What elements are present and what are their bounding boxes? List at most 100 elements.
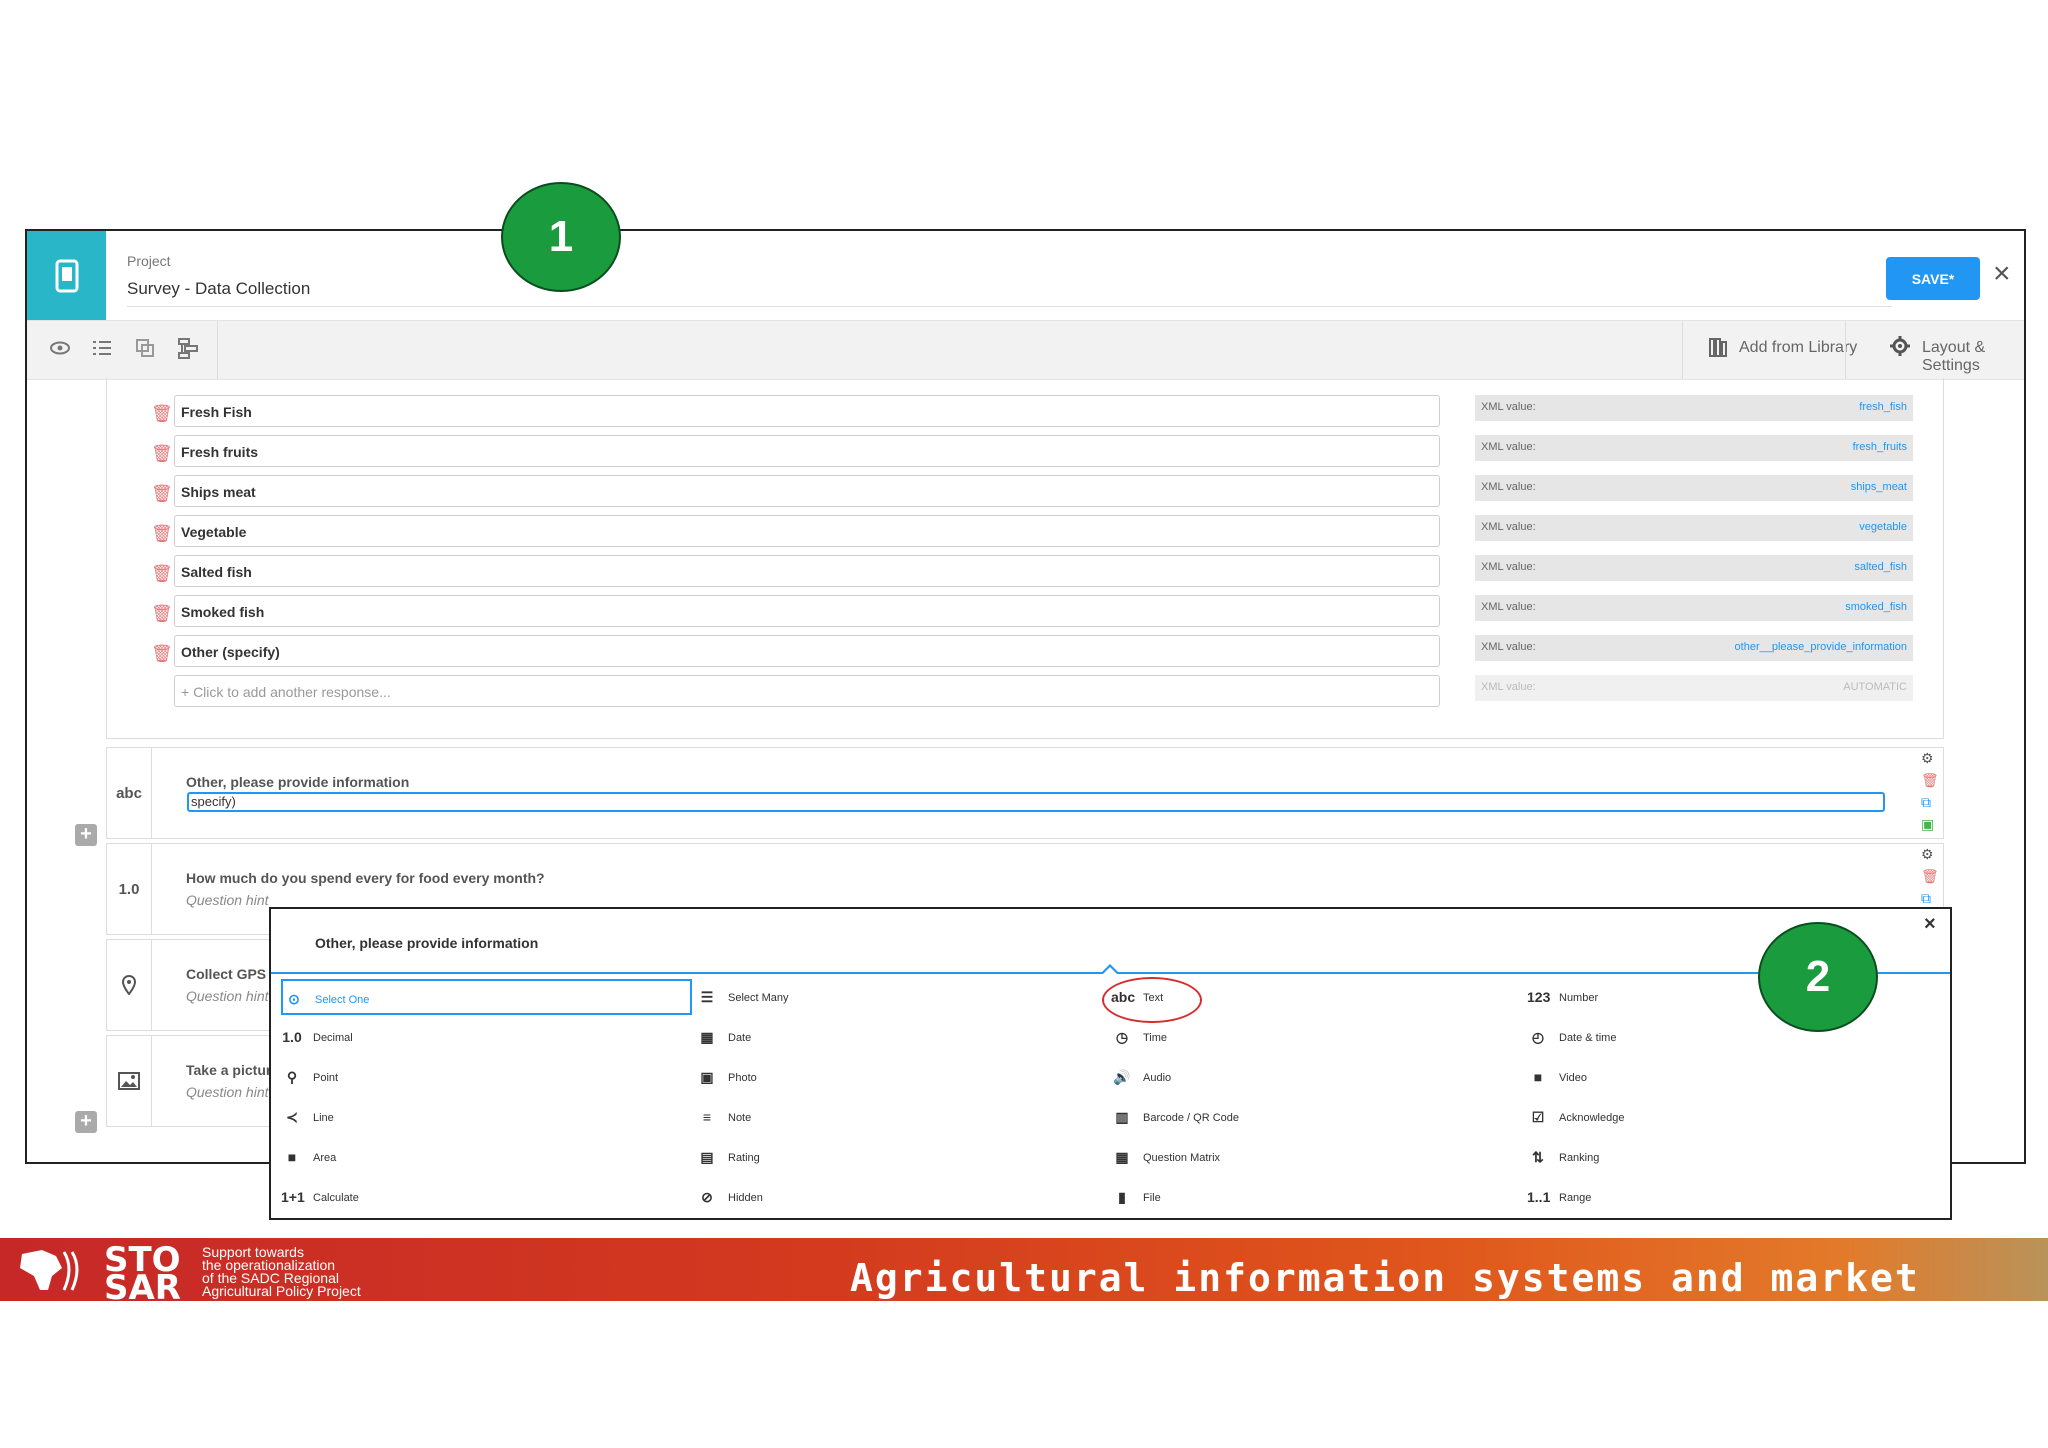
type-option-hidden[interactable]: ⊘ Hidden [696,1179,1096,1215]
xml-value-field[interactable]: XML value: fresh_fruits [1475,435,1913,461]
choice-label-input[interactable]: Vegetable [174,515,1440,547]
logic-tree-icon[interactable] [175,337,201,363]
callout-2: 2 [1758,922,1878,1032]
xml-value-field[interactable]: XML value: other__please_provide_informat… [1475,635,1913,661]
type-option-file[interactable]: ▮ File [1111,1179,1511,1215]
xml-value-text[interactable]: ships_meat [1851,481,1907,493]
type-option-range[interactable]: 1..1 Range [1527,1179,1927,1215]
barcode-icon: ▥ [1115,1109,1129,1125]
library-icon[interactable] [1705,336,1731,362]
audio-icon: 🔊 [1113,1069,1131,1085]
xml-value-text[interactable]: fresh_fish [1859,401,1907,413]
xml-value-field[interactable]: XML value: fresh_fish [1475,395,1913,421]
xml-value-text[interactable]: smoked_fish [1845,601,1907,613]
xml-value-label: XML value: [1481,601,1536,613]
choice-row: 🗑 Vegetable XML value: vegetable [107,515,1943,551]
question-title[interactable]: Collect GPS o [186,966,279,982]
xml-value-text[interactable]: other__please_provide_information [1735,641,1907,653]
layout-settings-button[interactable]: Layout & Settings [1922,339,2024,375]
question-block-text[interactable]: abc Other, please provide information sp… [106,747,1944,839]
add-question-button[interactable]: + [75,1111,97,1133]
type-option-line[interactable]: ≺ Line [281,1099,692,1135]
type-option-video[interactable]: ■ Video [1527,1059,1927,1095]
add-question-button[interactable]: + [75,824,97,846]
type-option-time[interactable]: ◷ Time [1111,1019,1511,1055]
type-option-select-many[interactable]: ☰ Select Many [696,979,1096,1015]
question-title[interactable]: How much do you spend every for food eve… [186,870,545,886]
type-option-calculate[interactable]: 1+1 Calculate [281,1179,692,1215]
choice-row: 🗑 Ships meat XML value: ships_meat [107,475,1943,511]
question-hint[interactable]: Question hint [186,988,269,1004]
xml-value-text[interactable]: vegetable [1859,521,1907,533]
trash-icon[interactable]: 🗑 [151,404,173,424]
choice-label-input[interactable]: Fresh fruits [174,435,1440,467]
close-icon[interactable]: × [1993,259,2011,289]
question-hint[interactable]: Question hint [186,892,269,908]
type-option-date-time[interactable]: ◴ Date & time [1527,1019,1927,1055]
add-to-library-icon[interactable]: ▣ [1921,816,1934,833]
xml-value-field[interactable]: XML value: vegetable [1475,515,1913,541]
trash-icon[interactable]: 🗑 [151,604,173,624]
trash-icon[interactable]: 🗑 [151,564,173,584]
add-from-library-button[interactable]: Add from Library [1739,339,1857,357]
choice-label-input[interactable]: Other (specify) [174,635,1440,667]
xml-value-field[interactable]: XML value: smoked_fish [1475,595,1913,621]
question-title[interactable]: Take a picture [186,1062,279,1078]
xml-value-text[interactable]: salted_fish [1854,561,1907,573]
type-option-label: Select Many [728,992,789,1004]
question-label-input[interactable]: specify) [187,792,1885,812]
choice-label-input[interactable]: Fresh Fish [174,395,1440,427]
trash-icon[interactable]: 🗑 [1921,868,1939,885]
type-option-note[interactable]: ≡ Note [696,1099,1096,1135]
type-option-acknowledge[interactable]: ☑ Acknowledge [1527,1099,1927,1135]
subtitle-line: Agricultural Policy Project [202,1283,361,1299]
trash-icon[interactable]: 🗑 [151,644,173,664]
type-option-barcode-qr-code[interactable]: ▥ Barcode / QR Code [1111,1099,1511,1135]
type-option-photo[interactable]: ▣ Photo [696,1059,1096,1095]
duplicate-icon[interactable]: ⧉ [1921,890,1931,907]
xml-value-text: AUTOMATIC [1843,681,1907,693]
divider [217,321,218,379]
preview-eye-icon[interactable] [47,337,73,363]
type-option-question-matrix[interactable]: ▦ Question Matrix [1111,1139,1511,1175]
type-option-select-one[interactable]: ⊙ Select One [281,979,692,1015]
type-option-point[interactable]: ⚲ Point [281,1059,692,1095]
sort-icon: ⇅ [1532,1149,1544,1165]
trash-icon[interactable]: 🗑 [151,444,173,464]
choice-label-input[interactable]: Ships meat [174,475,1440,507]
question-title[interactable]: Other, please provide information [186,774,409,790]
add-response-input[interactable]: + Click to add another response... [174,675,1440,707]
xml-value-field[interactable]: XML value: ships_meat [1475,475,1913,501]
type-option-label: Line [313,1112,334,1124]
header: Project Survey - Data Collection SAVE* × [27,231,2024,320]
xml-value-label: XML value: [1481,681,1536,693]
question-list-icon[interactable] [89,337,115,363]
copy-icon[interactable] [132,337,158,363]
choice-label-input[interactable]: Smoked fish [174,595,1440,627]
hidden-icon: ⊘ [701,1189,713,1205]
save-button[interactable]: SAVE* [1886,257,1980,300]
duplicate-icon[interactable]: ⧉ [1921,794,1931,811]
gear-icon[interactable]: ⚙ [1921,750,1934,767]
trash-icon[interactable]: 🗑 [151,524,173,544]
type-option-date[interactable]: ▦ Date [696,1019,1096,1055]
type-option-audio[interactable]: 🔊 Audio [1111,1059,1511,1095]
xml-value-field[interactable]: XML value: salted_fish [1475,555,1913,581]
popup-caret-inner [1103,967,1117,974]
trash-icon[interactable]: 🗑 [1921,772,1939,789]
trash-icon[interactable]: 🗑 [151,484,173,504]
share-icon: ≺ [286,1109,298,1125]
close-icon[interactable]: × [1924,913,1936,936]
choice-label-input[interactable]: Salted fish [174,555,1440,587]
xml-value-text[interactable]: fresh_fruits [1853,441,1907,453]
gear-icon[interactable]: ⚙ [1921,846,1934,863]
type-option-area[interactable]: ■ Area [281,1139,692,1175]
gear-icon[interactable] [1887,335,1913,361]
radio-icon: ⊙ [288,991,300,1007]
type-option-decimal[interactable]: 1.0 Decimal [281,1019,692,1055]
type-option-ranking[interactable]: ⇅ Ranking [1527,1139,1927,1175]
type-option-rating[interactable]: ▤ Rating [696,1139,1096,1175]
xml-value-label: XML value: [1481,561,1536,573]
question-hint[interactable]: Question hint [186,1084,269,1100]
project-name-field[interactable]: Survey - Data Collection [127,279,310,299]
